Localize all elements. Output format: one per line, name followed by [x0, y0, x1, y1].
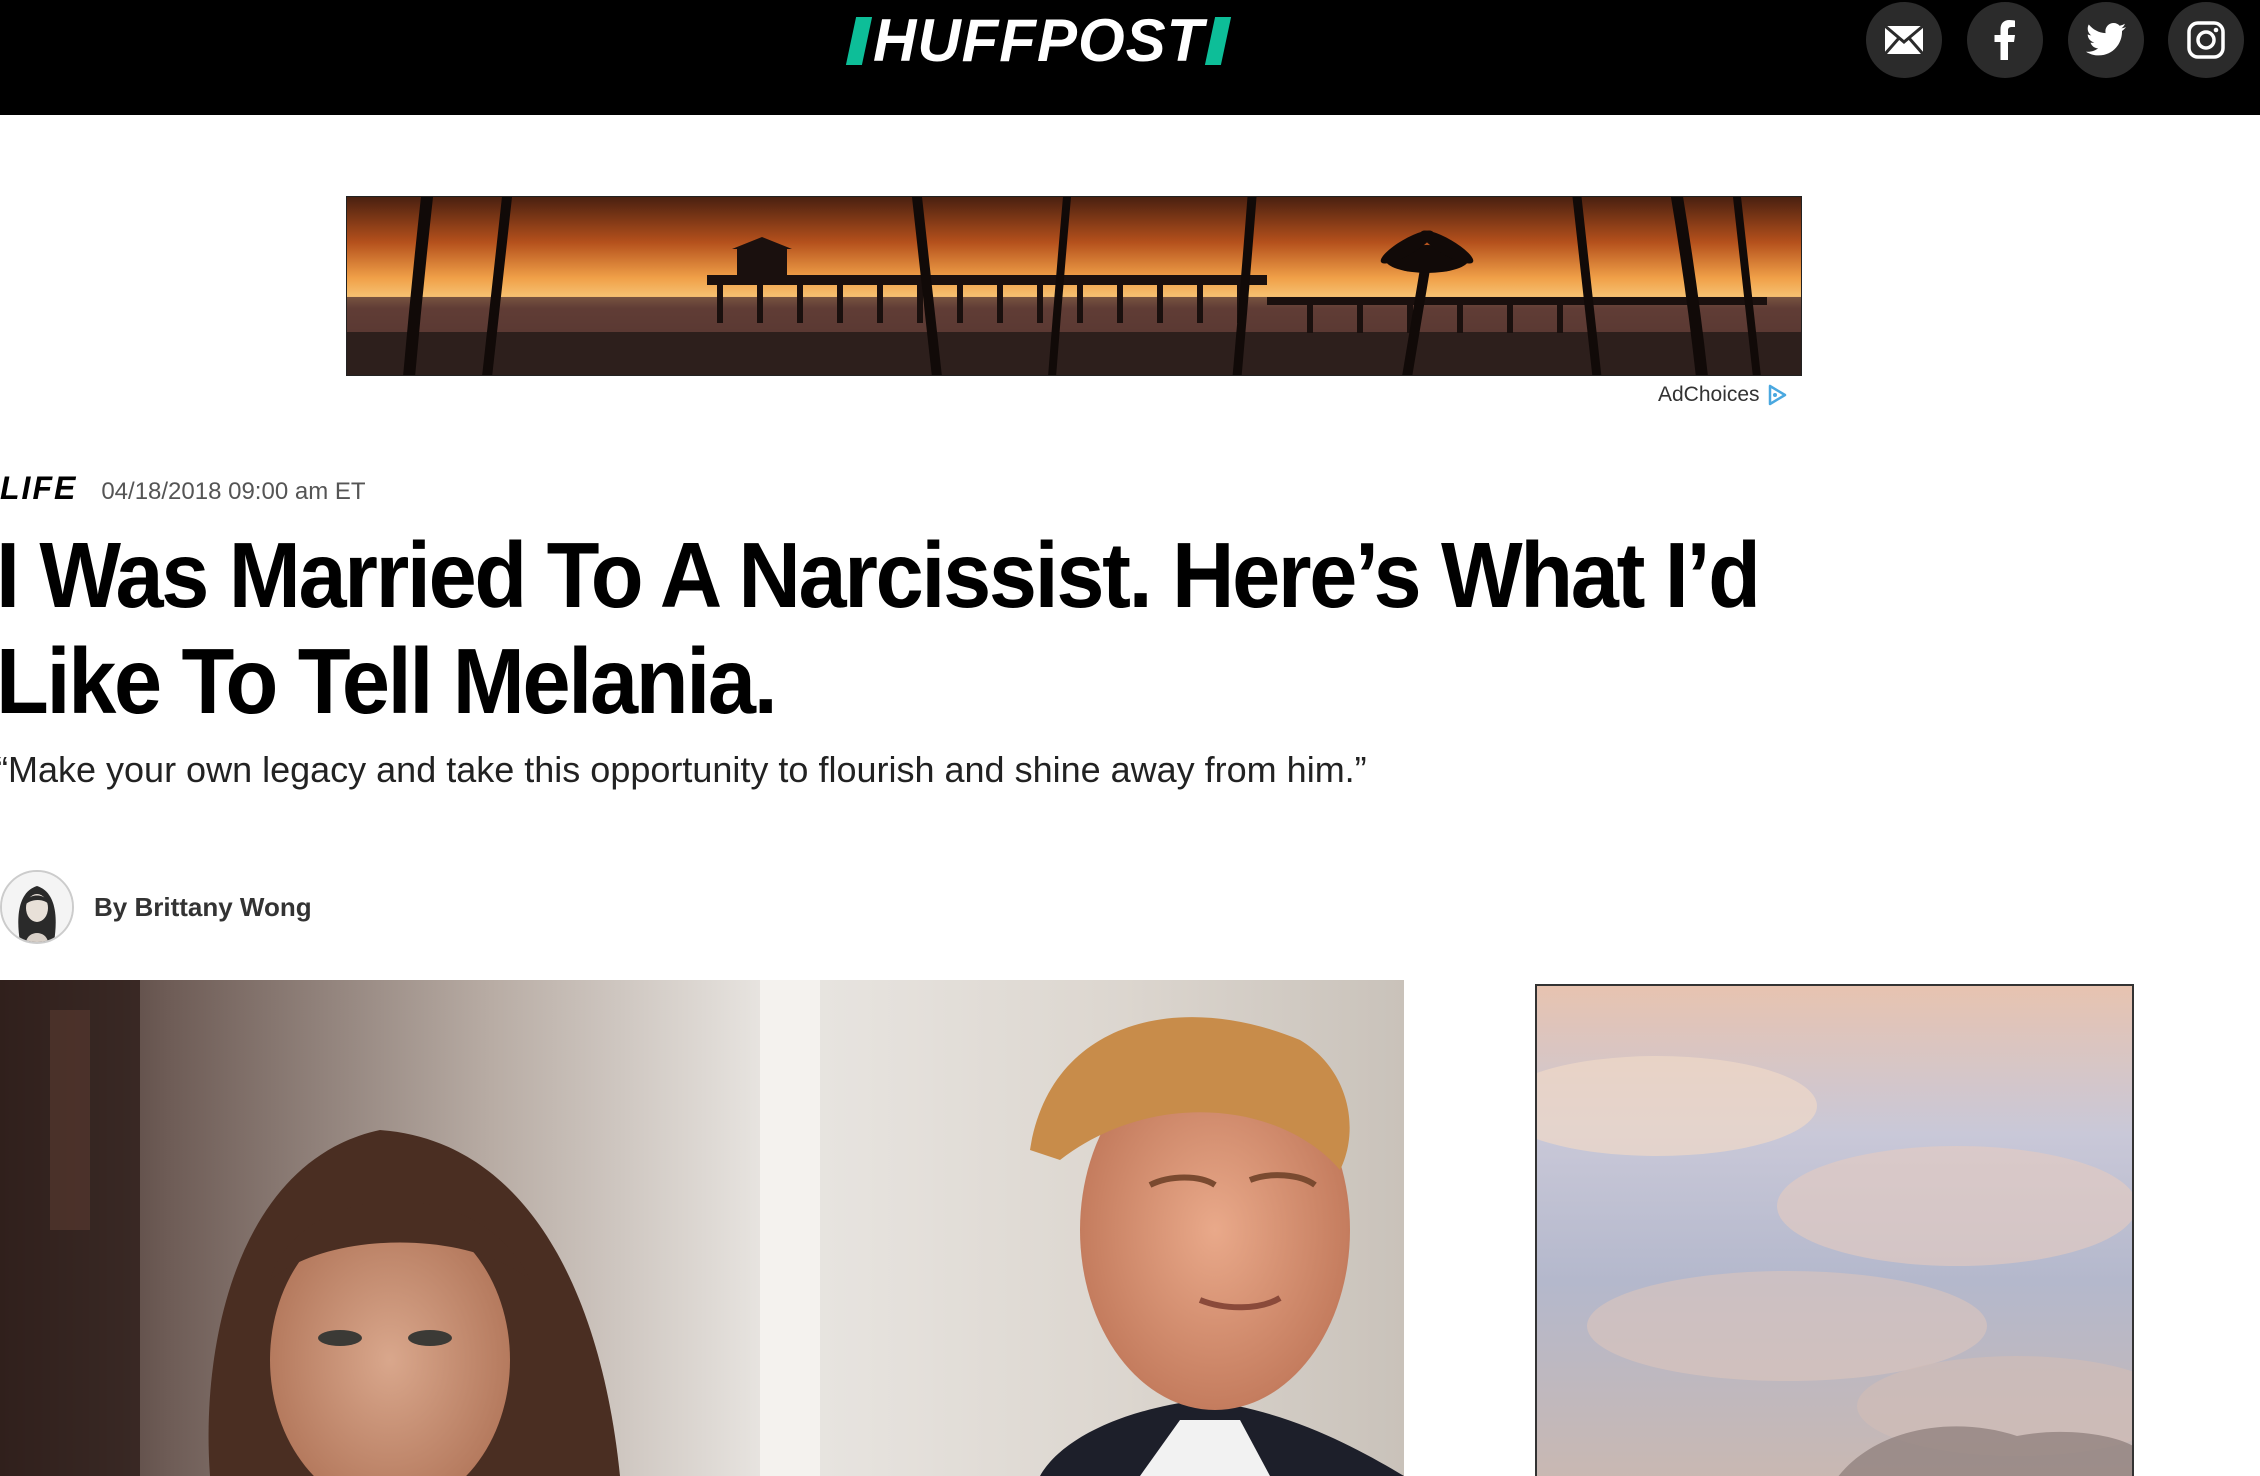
logo-text: HUFFPOST [873, 7, 1205, 74]
sidebar-ad-image [1537, 986, 2132, 1476]
top-bar: HUFFPOST [0, 0, 2260, 115]
facebook-share-button[interactable] [1967, 2, 2043, 78]
twitter-icon [2086, 23, 2126, 56]
sidebar-ad[interactable] [1535, 984, 2134, 1476]
section-link[interactable]: LIFE [0, 470, 77, 507]
adchoices-link[interactable]: AdChoices [1658, 383, 1788, 407]
instagram-share-button[interactable] [2168, 2, 2244, 78]
author-avatar[interactable] [0, 870, 74, 944]
author-name-link[interactable]: By Brittany Wong [94, 892, 312, 923]
byline: By Brittany Wong [0, 870, 312, 944]
twitter-share-button[interactable] [2068, 2, 2144, 78]
lead-photo[interactable] [0, 980, 1404, 1476]
banner-ad[interactable] [346, 196, 1802, 376]
publish-timestamp: 04/18/2018 09:00 am ET [101, 478, 366, 505]
article-dek: “Make your own legacy and take this oppo… [0, 749, 1367, 790]
facebook-icon [1994, 20, 2015, 60]
adchoices-label: AdChoices [1658, 383, 1760, 406]
author-portrait-image [2, 872, 72, 942]
instagram-icon [2187, 21, 2225, 59]
email-icon [1884, 25, 1924, 55]
huffpost-logo[interactable]: HUFFPOST [845, 7, 1232, 74]
lead-photo-image [0, 980, 1404, 1476]
email-share-button[interactable] [1866, 2, 1942, 78]
page: HUFFPOST AdChoices LIFE 04/18/2018 09:00… [0, 0, 2260, 1476]
ad-image-sunset-pier [347, 197, 1801, 375]
article-meta: LIFE 04/18/2018 09:00 am ET [0, 470, 366, 507]
adchoices-icon [1768, 384, 1786, 406]
article-headline: I Was Married To A Narcissist. Here’s Wh… [0, 523, 1761, 733]
